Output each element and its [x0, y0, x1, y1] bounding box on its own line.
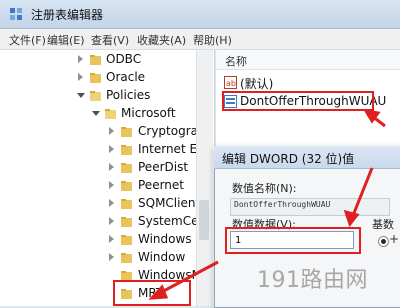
tree-scrollbar-thumb[interactable]	[199, 200, 209, 240]
expand-icon[interactable]	[109, 199, 114, 207]
menu-view[interactable]: 查看(V)	[91, 32, 129, 48]
expand-icon[interactable]	[109, 253, 114, 261]
watermark: 191路由网	[257, 268, 368, 293]
expand-icon[interactable]	[109, 181, 114, 189]
menu-edit[interactable]: 编辑(E)	[47, 32, 85, 48]
tree-item-microsoft[interactable]: Microsoft	[0, 104, 214, 124]
menu-bar: 文件(F) 编辑(E) 查看(V) 收藏夹(A) 帮助(H)	[0, 29, 400, 50]
expand-icon[interactable]	[78, 73, 83, 81]
tree-item-label: Microsoft	[121, 106, 176, 120]
folder-icon	[121, 199, 132, 209]
menu-file[interactable]: 文件(F)	[9, 32, 46, 48]
collapse-icon[interactable]	[92, 111, 100, 116]
svg-text:ab: ab	[226, 79, 236, 88]
folder-icon	[121, 235, 132, 245]
tree-scrollbar[interactable]	[196, 50, 213, 306]
tree-item-label: Peernet	[138, 178, 184, 192]
tree-item-odbc[interactable]: ODBC	[0, 50, 214, 70]
tree-item-label: Windows	[138, 232, 192, 246]
tree-item-windows-2[interactable]: Window	[0, 248, 214, 268]
expand-icon[interactable]	[109, 235, 114, 243]
expand-icon[interactable]	[109, 163, 114, 171]
expand-icon[interactable]	[109, 145, 114, 153]
folder-icon	[121, 217, 132, 227]
folder-icon	[121, 145, 132, 155]
expand-icon[interactable]	[109, 217, 114, 225]
value-highlight-box	[222, 91, 374, 111]
tree-item-policies[interactable]: Policies	[0, 86, 214, 106]
tree-item-oracle[interactable]: Oracle	[0, 68, 214, 88]
tree-item-systemcertificates[interactable]: SystemCert	[0, 212, 214, 232]
tree-item-label: Policies	[106, 88, 151, 102]
tree-item-internet-explorer[interactable]: Internet Exp	[0, 140, 214, 160]
value-row-default[interactable]: ab (默认)	[222, 74, 398, 92]
folder-icon	[90, 73, 101, 83]
expand-icon[interactable]	[78, 55, 83, 63]
value-name-text: DontOfferThroughWUAU	[234, 200, 331, 209]
value-data-highlight-box	[225, 227, 361, 254]
tree-item-windows[interactable]: Windows	[0, 230, 214, 250]
menu-favorites[interactable]: 收藏夹(A)	[137, 32, 186, 48]
tree-item-label: PeerDist	[138, 160, 189, 174]
tree-item-label: Oracle	[106, 70, 146, 84]
tree-item-peerdist[interactable]: PeerDist	[0, 158, 214, 178]
registry-editor-icon	[10, 8, 22, 20]
tree-item-label: SQMClient	[138, 196, 201, 210]
window-title: 注册表编辑器	[31, 8, 104, 22]
folder-icon	[121, 253, 132, 263]
value-row-label: (默认)	[240, 77, 274, 91]
dialog-title: 编辑 DWORD (32 位)值	[222, 152, 355, 166]
base-label: 基数	[372, 218, 394, 231]
tree-item-label: ODBC	[106, 52, 142, 66]
collapse-icon[interactable]	[77, 93, 85, 98]
column-header-name[interactable]: 名称	[225, 53, 247, 69]
folder-icon	[90, 55, 101, 65]
value-name-label: 数值名称(N):	[232, 182, 297, 195]
base-option-label: +	[389, 232, 400, 246]
folder-icon	[121, 181, 132, 191]
folder-icon	[121, 163, 132, 173]
string-value-icon: ab	[224, 76, 237, 89]
folder-open-icon	[105, 109, 116, 119]
expand-icon[interactable]	[109, 127, 114, 135]
tree-item-sqmclient[interactable]: SQMClient	[0, 194, 214, 214]
tree-item-peernet[interactable]: Peernet	[0, 176, 214, 196]
radio-selected-dot	[381, 239, 386, 244]
registry-tree[interactable]: ODBC Oracle Policies Microsoft Cryptogra…	[0, 50, 215, 306]
menu-help[interactable]: 帮助(H)	[193, 32, 232, 48]
folder-icon	[121, 127, 132, 137]
folder-open-icon	[90, 91, 101, 101]
mrt-highlight-box	[113, 280, 191, 306]
tree-item-label: Window	[138, 250, 186, 264]
tree-item-cryptography[interactable]: Cryptograp	[0, 122, 214, 142]
